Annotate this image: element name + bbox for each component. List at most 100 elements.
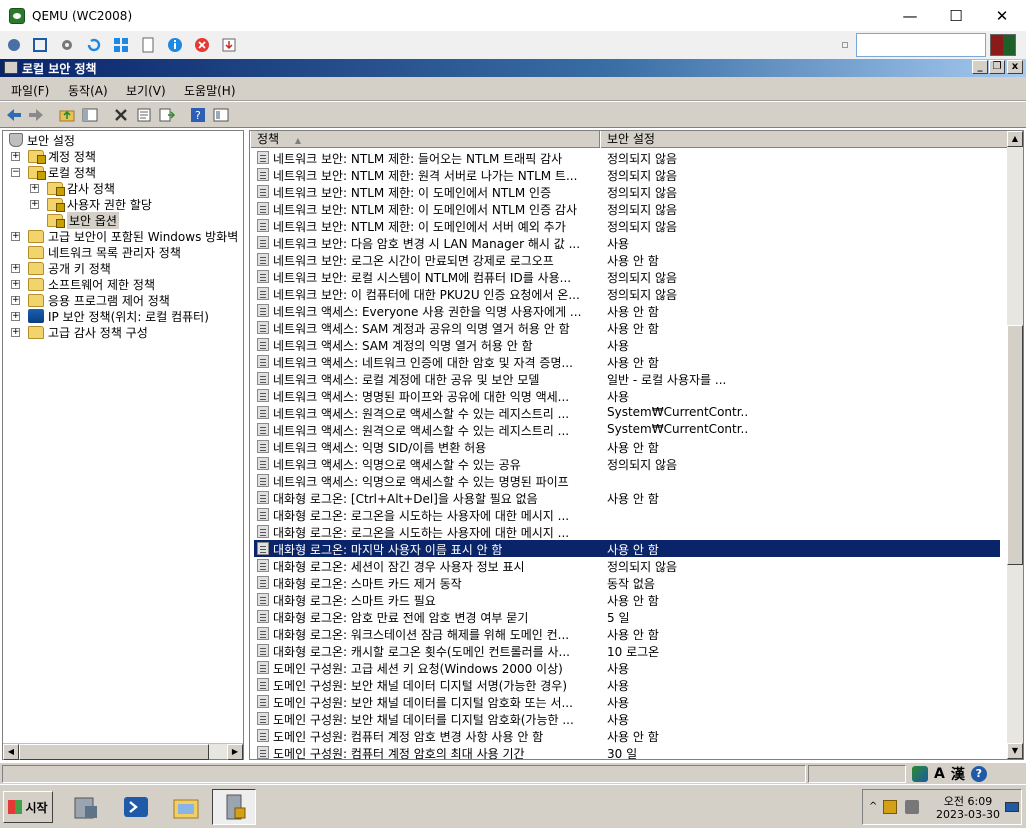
show-desktop-icon[interactable] [1005,802,1019,812]
export-list-icon[interactable] [158,106,176,124]
policy-row[interactable]: 네트워크 액세스: SAM 계정과 공유의 익명 열거 허용 안 함 사용 안 함 [254,319,1000,336]
tree-item-security-options[interactable]: 보안 옵션 [47,211,119,229]
policy-row[interactable]: 대화형 로그온: 스마트 카드 필요 사용 안 함 [254,591,1000,608]
tree-root[interactable]: 보안 설정 [9,132,75,148]
tree-item-firewall[interactable]: + 고급 보안이 포함된 Windows 방화벽 [11,228,238,244]
policy-row[interactable]: 네트워크 액세스: 익명으로 액세스할 수 있는 명명된 파이프 [254,472,1000,489]
tree-item-account-policy[interactable]: + 계정 정책 [11,148,96,164]
menu-view[interactable]: 보기(V) [126,82,166,99]
help-icon[interactable]: ? [189,106,207,124]
properties-icon[interactable] [135,106,153,124]
column-header-policy[interactable]: 정책 ▲ [250,131,600,148]
mmc-minimize-button[interactable]: _ [972,60,988,74]
scroll-thumb[interactable] [19,744,209,760]
color-swatch-icon[interactable] [990,34,1016,56]
expand-icon[interactable]: + [11,231,20,241]
policy-row[interactable]: 네트워크 액세스: 원격으로 액세스할 수 있는 레지스트리 ... System… [254,404,1000,421]
mmc-restore-button[interactable]: ❐ [989,60,1005,74]
tree-item-local-policy[interactable]: − 로컬 정책 [11,164,96,180]
policy-row[interactable]: 대화형 로그온: 캐시할 로그온 횟수(도메인 컨트롤러를 사... 10 로그온 [254,642,1000,659]
qemu-text-field[interactable] [856,33,986,57]
tree-item-ip-security[interactable]: + IP 보안 정책(위치: 로컬 컴퓨터) [11,308,209,324]
ime-alpha-toggle[interactable]: A [934,766,945,782]
delete-x-icon[interactable] [112,106,130,124]
tree-item-audit-policy[interactable]: + 감사 정책 [30,180,115,196]
policy-row[interactable]: 도메인 구성원: 컴퓨터 계정 암호의 최대 사용 기간 30 일 [254,744,1000,759]
powershell-icon[interactable] [114,789,158,825]
policy-row[interactable]: 네트워크 액세스: 네트워크 인증에 대한 암호 및 자격 증명... 사용 안 … [254,353,1000,370]
fullscreen-icon[interactable] [31,36,49,54]
column-header-setting[interactable]: 보안 설정 [600,131,1010,148]
policy-row[interactable]: 대화형 로그온: 로그온을 시도하는 사용자에 대한 메시지 ... [254,506,1000,523]
tree-item-app-control[interactable]: + 응용 프로그램 제어 정책 [11,292,170,308]
close-button[interactable]: ✕ [979,0,1025,31]
windows-logo-icon[interactable] [112,36,130,54]
collapse-icon[interactable]: − [11,167,20,177]
minimize-button[interactable]: — [887,0,933,31]
policy-row[interactable]: 네트워크 액세스: 명명된 파이프와 공유에 대한 익명 액세... 사용 [254,387,1000,404]
refresh-icon[interactable] [85,36,103,54]
policy-row[interactable]: 네트워크 액세스: 익명으로 액세스할 수 있는 공유 정의되지 않음 [254,455,1000,472]
policy-row[interactable]: 도메인 구성원: 고급 세션 키 요청(Windows 2000 이상) 사용 [254,659,1000,676]
expand-icon[interactable]: + [30,199,39,209]
scroll-right-icon[interactable]: ▶ [227,744,243,760]
policy-row[interactable]: 대화형 로그온: 암호 만료 전에 암호 변경 여부 묻기 5 일 [254,608,1000,625]
console-view-icon[interactable] [212,106,230,124]
policy-row[interactable]: 네트워크 액세스: Everyone 사용 권한을 익명 사용자에게 ... 사용… [254,302,1000,319]
policy-row[interactable]: 도메인 구성원: 보안 채널 데이터를 디지털 암호화 또는 서... 사용 [254,693,1000,710]
policy-row[interactable]: 도메인 구성원: 보안 채널 데이터 디지털 서명(가능한 경우) 사용 [254,676,1000,693]
policy-row[interactable]: 네트워크 보안: NTLM 제한: 원격 서버로 나가는 NTLM 트... 정의… [254,166,1000,183]
expand-icon[interactable]: + [30,183,39,193]
expand-icon[interactable]: + [11,151,20,161]
forward-arrow-icon[interactable] [27,106,45,124]
machine-icon[interactable] [5,36,23,54]
tree-item-advanced-audit[interactable]: + 고급 감사 정책 구성 [11,324,148,340]
scroll-thumb[interactable] [1007,325,1023,565]
policy-row[interactable]: 네트워크 액세스: 로컬 계정에 대한 공유 및 보안 모델 일반 - 로컬 사용… [254,370,1000,387]
expand-icon[interactable]: + [11,327,20,337]
policy-row[interactable]: 네트워크 액세스: SAM 계정의 익명 열거 허용 안 함 사용 [254,336,1000,353]
stop-icon[interactable] [193,36,211,54]
server-manager-icon[interactable] [64,789,108,825]
ime-help-icon[interactable]: ? [970,766,987,782]
show-hide-tree-icon[interactable] [81,106,99,124]
menu-file[interactable]: 파일(F) [11,82,49,99]
policy-row[interactable]: 네트워크 보안: NTLM 제한: 이 도메인에서 NTLM 인증 감사 정의되지… [254,200,1000,217]
policy-row[interactable]: 도메인 구성원: 컴퓨터 계정 암호 변경 사항 사용 안 함 사용 안 함 [254,727,1000,744]
ime-mode-icon[interactable] [912,766,928,782]
policy-row[interactable]: 네트워크 보안: NTLM 제한: 이 도메인에서 NTLM 인증 정의되지 않음 [254,183,1000,200]
policy-row[interactable]: 네트워크 보안: 다음 암호 변경 시 LAN Manager 해시 값 ...… [254,234,1000,251]
tree-item-user-rights[interactable]: + 사용자 권한 할당 [30,196,152,212]
scroll-up-icon[interactable]: ▲ [1007,131,1023,147]
ime-hanja-toggle[interactable]: 漢 [951,764,965,784]
info-icon[interactable] [166,36,184,54]
list-vertical-scrollbar[interactable]: ▲ ▼ [1007,131,1023,759]
policy-row[interactable]: 네트워크 보안: 로컬 시스템이 NTLM에 컴퓨터 ID를 사용... 정의되지… [254,268,1000,285]
local-security-policy-task[interactable] [212,789,256,825]
expand-icon[interactable]: + [11,311,20,321]
policy-row[interactable]: 네트워크 보안: NTLM 제한: 들어오는 NTLM 트래픽 감사 정의되지 않… [254,149,1000,166]
tree-item-software-restriction[interactable]: + 소프트웨어 제한 정책 [11,276,155,292]
menu-action[interactable]: 동작(A) [68,82,108,99]
policy-row[interactable]: 대화형 로그온: [Ctrl+Alt+Del]을 사용할 필요 없음 사용 안 함 [254,489,1000,506]
tree-item-public-key[interactable]: + 공개 키 정책 [11,260,111,276]
scroll-down-icon[interactable]: ▼ [1007,743,1023,759]
download-icon[interactable] [220,36,238,54]
policy-row[interactable]: 대화형 로그온: 스마트 카드 제거 동작 동작 없음 [254,574,1000,591]
policy-row[interactable]: 대화형 로그온: 워크스테이션 잠금 해제를 위해 도메인 컨... 사용 안 함 [254,625,1000,642]
policy-row[interactable]: 네트워크 보안: NTLM 제한: 이 도메인에서 서버 예외 추가 정의되지 않… [254,217,1000,234]
settings-gear-icon[interactable] [58,36,76,54]
policy-row[interactable]: 도메인 구성원: 보안 채널 데이터를 디지털 암호화(가능한 ... 사용 [254,710,1000,727]
volume-muted-icon[interactable] [905,800,919,814]
policy-row[interactable]: 대화형 로그온: 마지막 사용자 이름 표시 안 함 사용 안 함 [254,540,1000,557]
expand-icon[interactable]: + [11,263,20,273]
maximize-button[interactable]: ☐ [933,0,979,31]
expand-icon[interactable]: + [11,279,20,289]
policy-row[interactable]: 대화형 로그온: 세션이 잠긴 경우 사용자 정보 표시 정의되지 않음 [254,557,1000,574]
mmc-close-button[interactable]: x [1007,60,1023,74]
clock-time[interactable]: 오전 6:09 [933,793,1003,809]
document-icon[interactable] [139,36,157,54]
policy-row[interactable]: 네트워크 액세스: 익명 SID/이름 변환 허용 사용 안 함 [254,438,1000,455]
back-arrow-icon[interactable] [5,106,23,124]
action-center-icon[interactable] [883,800,897,814]
